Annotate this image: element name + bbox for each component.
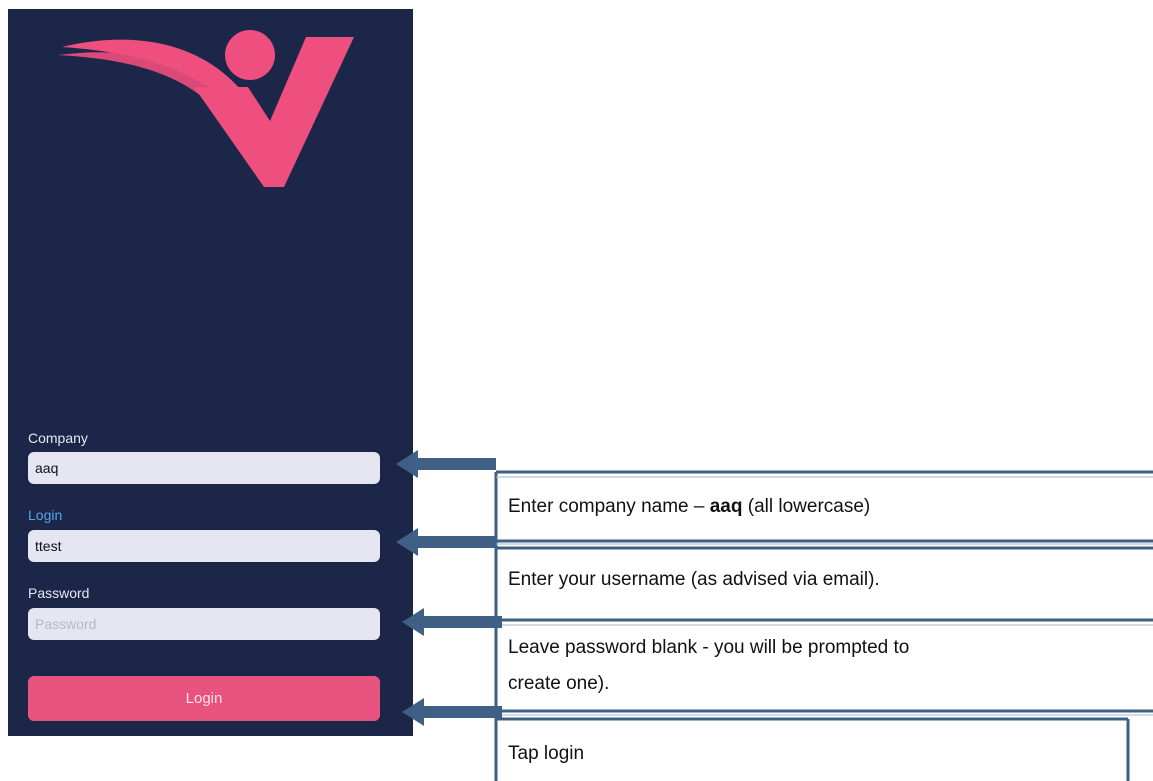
- arrow-left-icon: [396, 528, 496, 556]
- annotation-username: Enter your username (as advised via emai…: [508, 569, 880, 590]
- annotation-company: Enter company name – aaq (all lowercase): [508, 491, 870, 523]
- arrow-left-icon: [402, 698, 502, 726]
- annotation-password-line1: Leave password blank - you will be promp…: [508, 637, 910, 658]
- annotation-company-suffix: (all lowercase): [742, 496, 871, 517]
- annotation-login: Tap login: [508, 743, 585, 764]
- annotation-company-prefix: Enter company name –: [508, 496, 710, 517]
- annotation-password-line2: create one).: [508, 673, 610, 694]
- arrow-left-icon: [402, 608, 502, 636]
- arrow-left-icon: [396, 450, 496, 478]
- annotation-company-value: aaq: [709, 496, 743, 517]
